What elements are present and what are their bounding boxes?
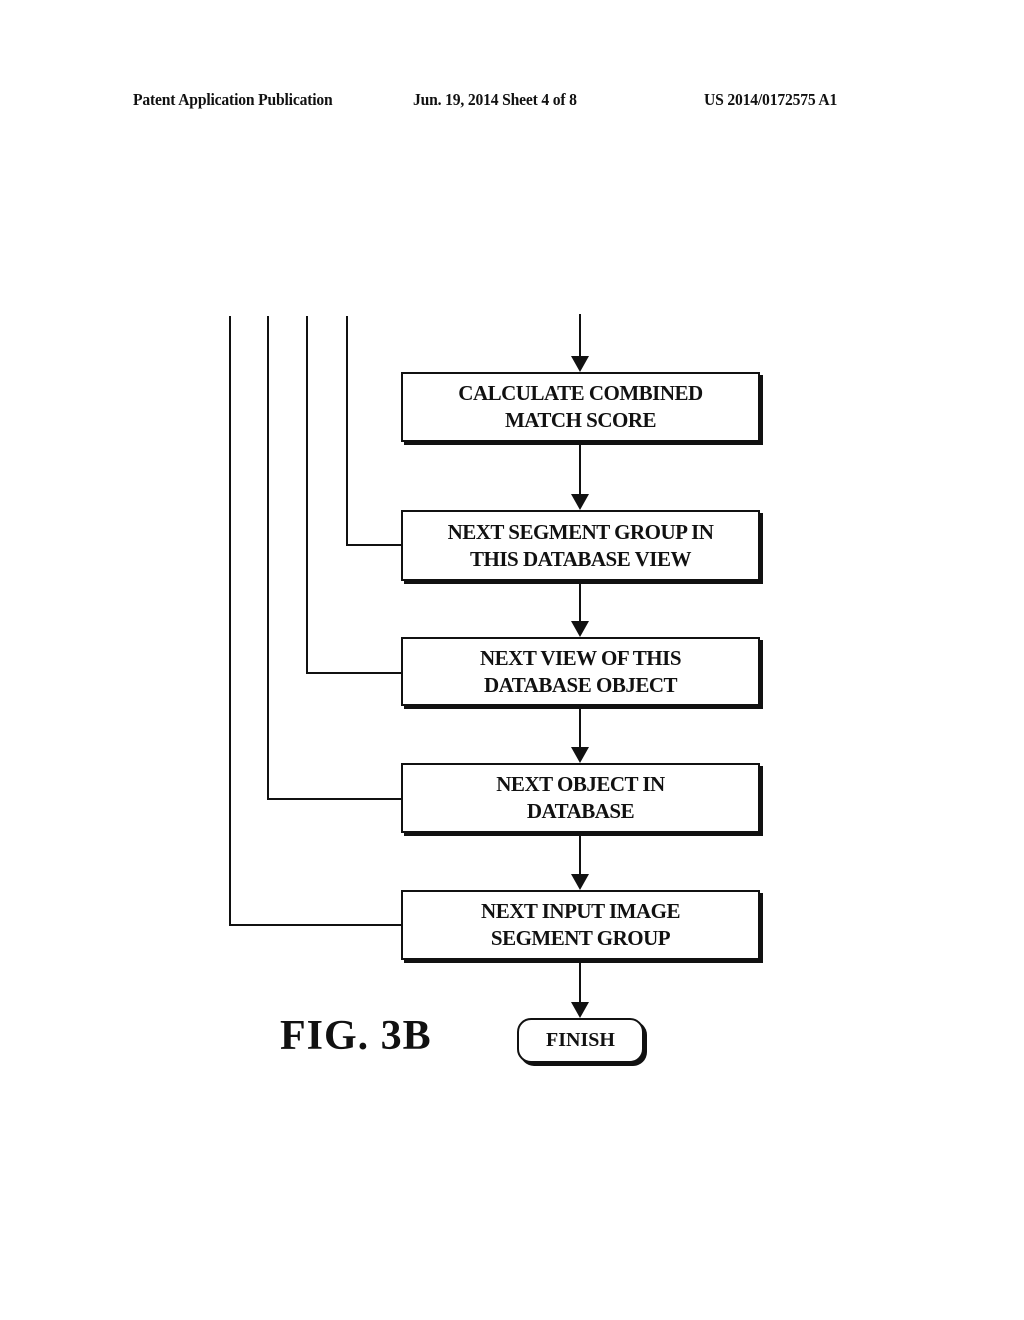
step-text: DATABASE OBJECT: [483, 672, 678, 697]
connector: [579, 583, 581, 623]
step-text: NEXT VIEW OF THIS: [480, 645, 682, 670]
step-text: SEGMENT GROUP: [490, 926, 671, 950]
step-text: NEXT INPUT IMAGE: [481, 899, 680, 923]
arrow-down-icon: [571, 747, 589, 763]
step-text: MATCH SCORE: [504, 408, 657, 432]
loop-line-view-h: [306, 672, 401, 674]
connector: [579, 314, 581, 358]
loop-line-object: [267, 316, 269, 800]
step-text: THIS DATABASE VIEW: [470, 546, 691, 571]
connector: [579, 708, 581, 749]
step-text: CALCULATE COMBINED: [458, 381, 703, 405]
arrow-down-icon: [571, 1002, 589, 1018]
publication-type: Patent Application Publication: [133, 90, 333, 109]
connector: [579, 835, 581, 876]
step-next-object: NEXT OBJECT IN DATABASE: [401, 763, 760, 833]
arrow-down-icon: [571, 356, 589, 372]
date-sheet: Jun. 19, 2014 Sheet 4 of 8: [413, 90, 577, 109]
step-text: NEXT OBJECT IN: [496, 772, 665, 796]
arrow-down-icon: [571, 621, 589, 637]
step-text: NEXT SEGMENT GROUP IN: [447, 519, 714, 544]
connector: [579, 962, 581, 1004]
loop-line-object-h: [267, 798, 401, 800]
patent-number: US 2014/0172575 A1: [704, 90, 838, 109]
loop-line-input-segment: [229, 316, 231, 926]
loop-line-segment: [346, 316, 348, 546]
step-next-view: NEXT VIEW OF THIS DATABASE OBJECT: [401, 637, 760, 706]
step-next-input-image-segment-group: NEXT INPUT IMAGE SEGMENT GROUP: [401, 890, 760, 960]
step-next-segment-group: NEXT SEGMENT GROUP IN THIS DATABASE VIEW: [401, 510, 760, 581]
loop-line-segment-h: [346, 544, 401, 546]
figure-label: FIG. 3B: [280, 1013, 432, 1059]
arrow-down-icon: [571, 874, 589, 890]
terminal-finish: FINISH: [517, 1018, 644, 1063]
step-text: DATABASE: [526, 799, 635, 823]
loop-line-view: [306, 316, 308, 674]
connector: [579, 444, 581, 496]
arrow-down-icon: [571, 494, 589, 510]
step-calculate-combined-match-score: CALCULATE COMBINED MATCH SCORE: [401, 372, 760, 442]
loop-line-input-segment-h: [229, 924, 401, 926]
